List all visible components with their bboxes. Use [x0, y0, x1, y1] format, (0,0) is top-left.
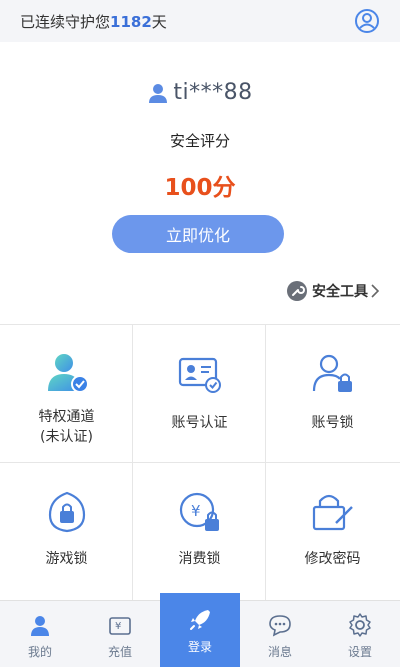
- feature-privilege-channel[interactable]: 特权通道 (未认证): [0, 325, 133, 463]
- bottom-tab-bar: 我的 ¥ 充值 登录 消息 设置: [0, 593, 400, 667]
- feature-payment-lock[interactable]: ¥ 消费锁: [133, 463, 266, 601]
- tab-login[interactable]: 登录: [160, 593, 240, 667]
- tab-mine[interactable]: 我的: [0, 601, 80, 667]
- score-value: 100分: [164, 175, 236, 201]
- person-icon: [31, 616, 49, 636]
- payment-lock-icon: ¥: [179, 492, 219, 531]
- tab-recharge[interactable]: ¥ 充值: [80, 601, 160, 667]
- account-panel: ti***88 安全评分 100分 立即优化 安全工具: [0, 42, 400, 324]
- rocket-icon: [190, 610, 210, 630]
- user-row: ti***88: [0, 80, 400, 105]
- security-tools-link[interactable]: 安全工具: [286, 280, 380, 302]
- feature-label: 账号认证: [171, 415, 228, 431]
- gear-icon: [349, 613, 371, 637]
- svg-text:¥: ¥: [191, 502, 201, 520]
- wrench-icon: [287, 281, 307, 301]
- feature-label: 游戏锁: [45, 551, 88, 567]
- profile-icon[interactable]: [354, 8, 380, 34]
- tab-label: 消息: [267, 645, 292, 659]
- optimize-button[interactable]: 立即优化: [112, 215, 284, 253]
- feature-label: 消费锁: [178, 551, 221, 567]
- user-icon: [149, 83, 168, 103]
- security-tools-label: 安全工具: [312, 284, 368, 300]
- tab-label: 登录: [187, 640, 212, 654]
- guard-suffix: 天: [151, 12, 167, 31]
- feature-label: 特权通道: [38, 409, 95, 425]
- svg-text:¥: ¥: [115, 621, 121, 632]
- tab-label: 我的: [27, 645, 52, 659]
- feature-sublabel: (未认证): [40, 429, 93, 445]
- wallet-icon: ¥: [109, 617, 131, 635]
- chat-icon: [269, 615, 291, 637]
- feature-account-lock[interactable]: 账号锁: [266, 325, 400, 463]
- tab-settings[interactable]: 设置: [320, 601, 400, 667]
- score-label: 安全评分: [169, 132, 230, 150]
- guard-days: 1182: [110, 12, 152, 31]
- tab-label: 充值: [107, 645, 132, 659]
- feature-label: 修改密码: [304, 551, 361, 567]
- verified-user-icon: [48, 354, 89, 393]
- game-lock-icon: [48, 491, 86, 533]
- feature-game-lock[interactable]: 游戏锁: [0, 463, 133, 601]
- username: ti***88: [173, 80, 253, 105]
- id-card-icon: [178, 357, 221, 393]
- guard-prefix: 已连续守护您: [20, 12, 111, 31]
- guard-status: 已连续守护您1182天: [20, 11, 167, 32]
- feature-label: 账号锁: [311, 415, 354, 431]
- feature-change-password[interactable]: 修改密码: [266, 463, 400, 601]
- password-edit-icon: [312, 494, 353, 531]
- top-bar: 已连续守护您1182天: [0, 0, 400, 42]
- tab-messages[interactable]: 消息: [240, 601, 320, 667]
- user-lock-icon: [312, 354, 352, 392]
- chevron-right-icon: [371, 284, 380, 298]
- tab-label: 设置: [347, 645, 372, 659]
- feature-grid: 特权通道 (未认证) 账号认证 账号锁 游戏锁 ¥ 消费锁 修改密码: [0, 324, 400, 601]
- feature-account-verify[interactable]: 账号认证: [133, 325, 266, 463]
